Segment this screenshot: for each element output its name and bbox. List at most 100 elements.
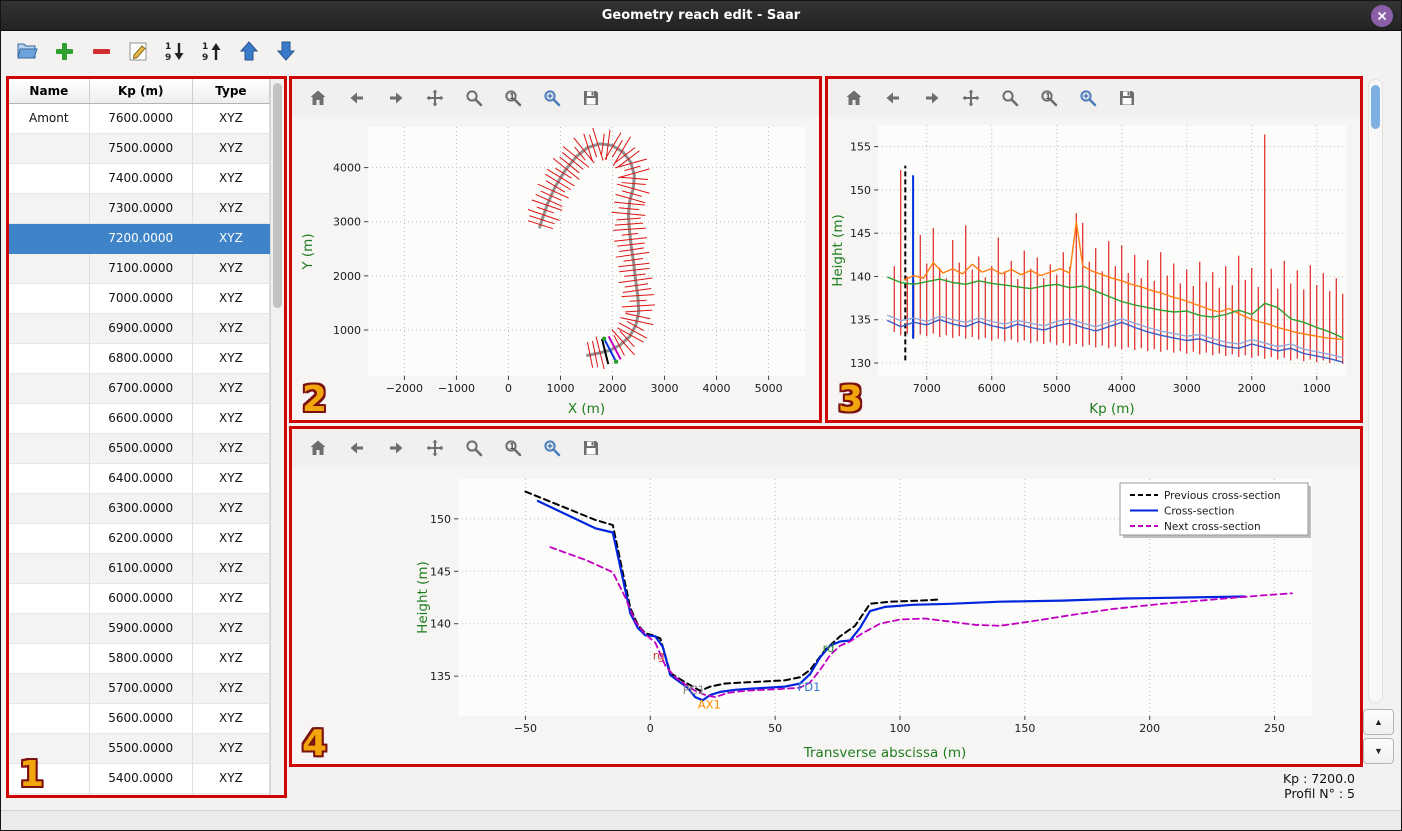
close-button[interactable]	[1371, 5, 1393, 27]
cell-kp[interactable]: 6200.0000	[89, 523, 193, 554]
cell-name[interactable]	[9, 733, 90, 764]
plan-view-chart[interactable]: −2000 −1000 0 1000 2000 3000 4000 5000 1000 2000 3…	[292, 117, 819, 420]
zoom-1-button[interactable]: 1	[501, 86, 525, 110]
cell-name[interactable]	[9, 253, 90, 284]
cell-kp[interactable]: 7000.0000	[89, 283, 193, 314]
add-row-button[interactable]	[50, 37, 78, 65]
cell-kp[interactable]: 5400.0000	[89, 763, 193, 794]
table-row[interactable]: 7300.0000 XYZ	[9, 193, 270, 224]
table-row[interactable]: 7500.0000 XYZ	[9, 133, 270, 164]
cell-type[interactable]: XYZ	[192, 253, 270, 284]
cell-kp[interactable]: 5700.0000	[89, 673, 193, 704]
cell-type[interactable]: XYZ	[192, 763, 270, 794]
cell-name[interactable]	[9, 193, 90, 224]
table-scrollbar[interactable]	[270, 79, 284, 795]
back-button[interactable]	[345, 436, 369, 460]
forward-button[interactable]	[384, 86, 408, 110]
cell-type[interactable]: XYZ	[192, 103, 270, 134]
table-row[interactable]: 7400.0000 XYZ	[9, 163, 270, 194]
zoom-button[interactable]	[998, 86, 1022, 110]
cell-type[interactable]: XYZ	[192, 223, 270, 254]
zoom-button[interactable]	[462, 436, 486, 460]
cell-name[interactable]	[9, 703, 90, 734]
open-file-button[interactable]	[13, 37, 41, 65]
cell-type[interactable]: XYZ	[192, 463, 270, 494]
long-profile-chart[interactable]: 7000 6000 5000 4000 3000 2000 1000 130 135 140 145…	[828, 117, 1360, 420]
cell-name[interactable]	[9, 313, 90, 344]
sort-descending-button[interactable]: 19	[161, 37, 189, 65]
cell-type[interactable]: XYZ	[192, 373, 270, 404]
cell-name[interactable]	[9, 223, 90, 254]
cell-name[interactable]	[9, 523, 90, 554]
table-row[interactable]: 6800.0000 XYZ	[9, 343, 270, 374]
table-row[interactable]: 5300.0000XYZ	[9, 793, 270, 795]
cell-kp[interactable]: 6500.0000	[89, 433, 193, 464]
save-button[interactable]	[579, 436, 603, 460]
table-row[interactable]: 6700.0000 XYZ	[9, 373, 270, 404]
cell-kp[interactable]: 6700.0000	[89, 373, 193, 404]
pan-button[interactable]	[423, 436, 447, 460]
cell-kp[interactable]: 6800.0000	[89, 343, 193, 374]
cell-name[interactable]	[9, 343, 90, 374]
window-scrollbar-thumb[interactable]	[1371, 85, 1380, 129]
cell-type[interactable]: XYZ	[192, 163, 270, 194]
cell-type[interactable]: XYZ	[192, 403, 270, 434]
cell-name[interactable]	[9, 673, 90, 704]
table-row[interactable]: 5800.0000 XYZ	[9, 643, 270, 674]
table-row[interactable]: 6100.0000 XYZ	[9, 553, 270, 584]
cross-section-chart[interactable]: −50 0 50 100 150 200 250 135 140 145 150 Transverse…	[292, 467, 1360, 764]
cell-kp[interactable]: 5900.0000	[89, 613, 193, 644]
table-row[interactable]: 5400.0000 XYZ	[9, 763, 270, 794]
cell-kp[interactable]: 6300.0000	[89, 493, 193, 524]
cell-kp[interactable]: 5500.0000	[89, 733, 193, 764]
cell-kp[interactable]: 7600.0000	[89, 103, 193, 134]
move-up-button[interactable]	[235, 37, 263, 65]
cell-kp[interactable]: 5600.0000	[89, 703, 193, 734]
sort-ascending-button[interactable]: 19	[198, 37, 226, 65]
home-button[interactable]	[306, 86, 330, 110]
back-button[interactable]	[881, 86, 905, 110]
cell-kp[interactable]: 5800.0000	[89, 643, 193, 674]
cell-name[interactable]	[9, 553, 90, 584]
table-row[interactable]: 5900.0000 XYZ	[9, 613, 270, 644]
cell-kp[interactable]: 6900.0000	[89, 313, 193, 344]
cell-type[interactable]: XYZ	[192, 343, 270, 374]
table-row[interactable]: Amont 7600.0000 XYZ	[9, 103, 270, 134]
cell-type[interactable]: XYZ	[192, 793, 270, 795]
cell-type[interactable]: XYZ	[192, 673, 270, 704]
table-row[interactable]: 6900.0000 XYZ	[9, 313, 270, 344]
table-scrollbar-thumb[interactable]	[273, 83, 282, 308]
table-row[interactable]: 6500.0000 XYZ	[9, 433, 270, 464]
zoom-button[interactable]	[462, 86, 486, 110]
cell-name[interactable]	[9, 763, 90, 794]
home-button[interactable]	[842, 86, 866, 110]
profile-up-button[interactable]: ▲	[1363, 709, 1394, 735]
cell-type[interactable]: XYZ	[192, 133, 270, 164]
cell-kp[interactable]: 7300.0000	[89, 193, 193, 224]
column-header-type[interactable]: Type	[192, 79, 270, 104]
cell-kp[interactable]: 7500.0000	[89, 133, 193, 164]
cell-name[interactable]	[9, 793, 90, 795]
pan-button[interactable]	[423, 86, 447, 110]
cell-type[interactable]: XYZ	[192, 493, 270, 524]
table-row[interactable]: 6000.0000 XYZ	[9, 583, 270, 614]
table-row[interactable]: 7200.0000 XYZ	[9, 223, 270, 254]
cell-kp[interactable]: 6000.0000	[89, 583, 193, 614]
cell-name[interactable]	[9, 403, 90, 434]
pan-button[interactable]	[959, 86, 983, 110]
zoom-plus-button[interactable]	[1076, 86, 1100, 110]
cell-type[interactable]: XYZ	[192, 643, 270, 674]
cell-name[interactable]	[9, 583, 90, 614]
zoom-plus-button[interactable]	[540, 436, 564, 460]
cell-kp[interactable]: 7100.0000	[89, 253, 193, 284]
column-header-name[interactable]: Name	[9, 79, 90, 104]
cell-type[interactable]: XYZ	[192, 283, 270, 314]
cell-name[interactable]	[9, 493, 90, 524]
forward-button[interactable]	[920, 86, 944, 110]
cell-type[interactable]: XYZ	[192, 553, 270, 584]
home-button[interactable]	[306, 436, 330, 460]
window-scrollbar[interactable]	[1368, 79, 1383, 703]
cell-type[interactable]: XYZ	[192, 433, 270, 464]
cell-type[interactable]: XYZ	[192, 523, 270, 554]
cell-kp[interactable]: 7200.0000	[89, 223, 193, 254]
